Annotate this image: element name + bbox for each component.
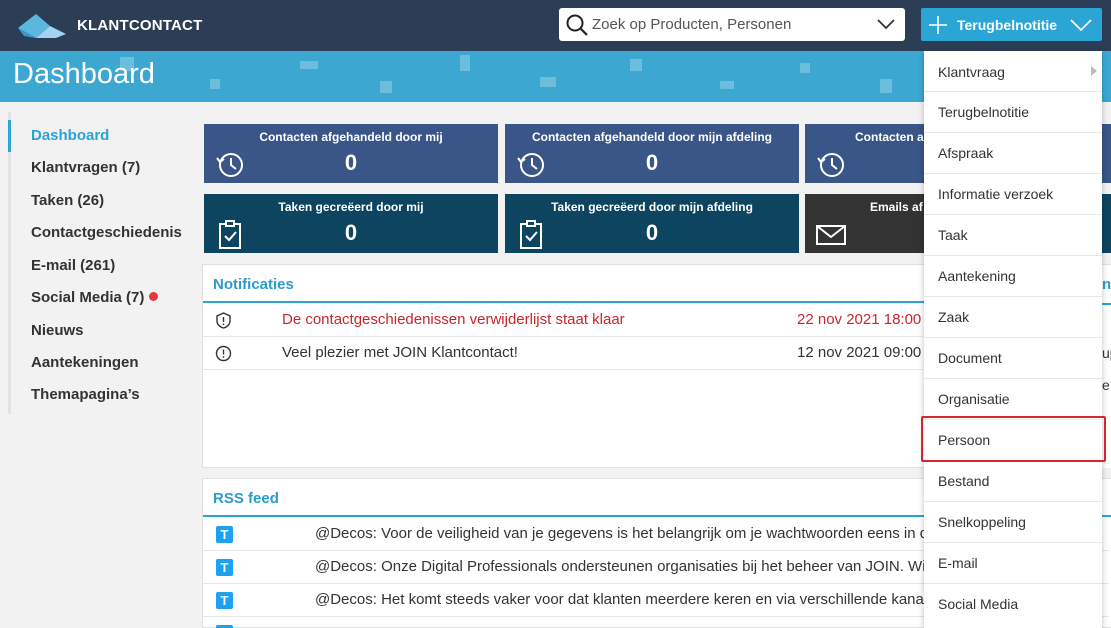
tile-title: Contacten afgehandeld door mijn afdeling	[531, 130, 772, 144]
tile-value: 0	[645, 220, 659, 245]
sidebar-nav: Dashboard Klantvragen (7) Taken (26) Con…	[8, 112, 188, 414]
clock-history-icon	[216, 153, 243, 177]
notification-text: Veel plezier met JOIN Klantcontact!	[282, 344, 518, 361]
menu-item-terugbelnotitie[interactable]: Terugbelnotitie	[924, 92, 1102, 133]
panel-title: Notificaties	[203, 265, 931, 303]
sidebar-item-aantekeningen[interactable]: Aantekeningen	[11, 347, 189, 379]
stat-tile[interactable]: Taken gecreëerd door mijn afdeling 0	[505, 194, 799, 253]
search-input[interactable]: Zoek op Producten, Personen	[559, 8, 905, 41]
notifications-panel: Notificaties De contactgeschiedenissen v…	[202, 264, 932, 468]
chevron-down-icon[interactable]	[877, 17, 895, 31]
tile-title: Taken gecreëerd door mij	[278, 200, 424, 214]
sidebar-item-nieuws[interactable]: Nieuws	[11, 315, 189, 347]
new-item-button[interactable]: Terugbelnotitie	[921, 8, 1102, 41]
side-panel-text: e	[1102, 377, 1110, 393]
clock-history-icon	[817, 153, 844, 177]
notification-row[interactable]: Veel plezier met JOIN Klantcontact! 12 n…	[203, 337, 923, 370]
menu-item-email[interactable]: E-mail	[924, 543, 1102, 584]
menu-item-label: Klantvraag	[938, 64, 1005, 80]
sidebar-item-label: Social Media (7)	[31, 289, 145, 306]
twitter-icon: T	[216, 559, 233, 576]
menu-item-document[interactable]: Document	[924, 338, 1102, 379]
menu-item-bestand[interactable]: Bestand	[924, 461, 1102, 502]
rss-text: @Decos: Het komt steeds vaker voor dat k…	[315, 591, 924, 608]
menu-item-organisatie[interactable]: Organisatie	[924, 379, 1102, 420]
logo-icon[interactable]	[16, 10, 68, 40]
side-panel-edge: ng up e	[1102, 264, 1111, 468]
menu-item-informatie-verzoek[interactable]: Informatie verzoek	[924, 174, 1102, 215]
chevron-down-icon[interactable]	[1070, 17, 1092, 33]
menu-item-aantekening[interactable]: Aantekening	[924, 256, 1102, 297]
notification-text: De contactgeschiedenissen verwijderlijst…	[282, 311, 625, 328]
menu-item-persoon[interactable]: Persoon	[924, 420, 1102, 461]
stat-tile-edge	[1102, 124, 1111, 183]
new-item-dropdown: Klantvraag Terugbelnotitie Afspraak Info…	[924, 51, 1102, 628]
shield-alert-icon	[216, 312, 231, 329]
plus-icon	[929, 16, 947, 34]
rss-text: @Decos: Voor de veiligheid van je gegeve…	[315, 525, 929, 542]
tile-value: 0	[344, 220, 358, 245]
sidebar-item-taken[interactable]: Taken (26)	[11, 185, 189, 217]
tile-title: Taken gecreëerd door mijn afdeling	[551, 200, 753, 214]
sidebar-item-themapaginas[interactable]: Themapagina’s	[11, 379, 189, 411]
notification-date: 12 nov 2021 09:00	[797, 344, 922, 361]
sidebar-item-dashboard[interactable]: Dashboard	[8, 120, 186, 152]
menu-item-taak[interactable]: Taak	[924, 215, 1102, 256]
envelope-icon	[816, 225, 846, 245]
tile-value: 0	[344, 150, 358, 175]
stat-tile[interactable]: Contacten afgehandeld door mij 0	[204, 124, 498, 183]
twitter-icon: T	[216, 592, 233, 609]
top-bar: KLANTCONTACT Zoek op Producten, Personen…	[0, 0, 1111, 51]
sidebar-item-social-media[interactable]: Social Media (7)	[11, 282, 189, 314]
rss-text: @Decos: Onze Digital Professionals onder…	[315, 558, 926, 575]
tile-title: Contacten a	[855, 130, 924, 144]
chevron-right-icon	[1091, 66, 1097, 76]
stat-tile[interactable]: Emails af	[805, 194, 925, 253]
tile-value: 0	[645, 150, 659, 175]
menu-item-snelkoppeling[interactable]: Snelkoppeling	[924, 502, 1102, 543]
menu-item-afspraak[interactable]: Afspraak	[924, 133, 1102, 174]
side-panel-title: ng	[1102, 276, 1111, 293]
new-item-label: Terugbelnotitie	[957, 17, 1058, 33]
page-title: Dashboard	[13, 58, 155, 90]
notification-row[interactable]: De contactgeschiedenissen verwijderlijst…	[203, 304, 923, 337]
sidebar-item-email[interactable]: E-mail (261)	[11, 250, 189, 282]
side-panel-text: up	[1102, 345, 1111, 361]
notification-dot	[149, 292, 159, 301]
sidebar-item-contactgeschiedenis[interactable]: Contactgeschiedenis	[11, 217, 189, 249]
menu-item-klantvraag[interactable]: Klantvraag	[924, 51, 1102, 92]
stat-tile-edge	[1102, 194, 1111, 253]
stat-tile[interactable]: Taken gecreëerd door mij 0	[204, 194, 498, 253]
stat-tile[interactable]: Contacten afgehandeld door mijn afdeling…	[505, 124, 799, 183]
menu-item-social-media[interactable]: Social Media	[924, 584, 1102, 625]
menu-item-zaak[interactable]: Zaak	[924, 297, 1102, 338]
clipboard-check-icon	[219, 220, 241, 249]
sidebar-item-klantvragen[interactable]: Klantvragen (7)	[11, 152, 189, 184]
twitter-icon: T	[216, 526, 233, 543]
notification-date: 22 nov 2021 18:00	[797, 311, 922, 328]
side-panel-underline	[1102, 303, 1111, 305]
search-icon	[566, 14, 588, 36]
info-circle-icon	[215, 345, 232, 362]
stat-tile[interactable]: Contacten a 0	[805, 124, 925, 183]
clipboard-check-icon	[520, 220, 542, 249]
clock-history-icon	[517, 153, 544, 177]
search-placeholder: Zoek op Producten, Personen	[592, 16, 792, 33]
tile-title: Contacten afgehandeld door mij	[259, 130, 443, 144]
brand-name[interactable]: KLANTCONTACT	[77, 17, 202, 34]
tile-title: Emails af	[870, 200, 923, 214]
